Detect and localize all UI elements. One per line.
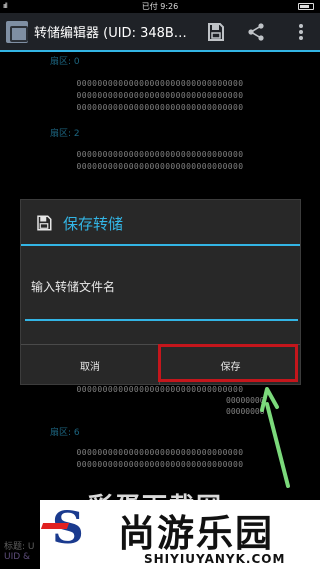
save-icon	[37, 215, 52, 231]
status-bar: ııll 已付 9:26	[0, 0, 320, 13]
save-icon[interactable]	[204, 20, 228, 44]
battery-icon	[298, 3, 314, 10]
app-logo-icon	[6, 21, 28, 43]
page-title: 转储编辑器 (UID: 348B…	[34, 26, 187, 41]
watermark-brand-cn: 尚游乐园	[118, 512, 274, 555]
cancel-button[interactable]: 取消	[21, 345, 160, 385]
dialog-title: 保存转储	[63, 215, 124, 233]
save-button-highlight	[158, 344, 298, 382]
watermark-box: S 尚游乐园 SHIYIUYANYK.COM	[40, 500, 320, 569]
status-time: 已付 9:26	[141, 2, 179, 11]
action-bar: 转储编辑器 (UID: 348B…	[0, 13, 320, 52]
arrow-icon	[260, 387, 290, 488]
watermark-s-logo: S	[52, 503, 84, 554]
filename-input[interactable]	[25, 255, 298, 321]
overflow-menu-icon[interactable]	[289, 20, 313, 44]
share-icon[interactable]	[244, 20, 268, 44]
watermark-logo: 彩蛋下载网 S 尚游乐园 SHIYIUYANYK.COM	[40, 487, 320, 569]
watermark-brand-en: SHIYIUYANYK.COM	[144, 552, 286, 566]
dialog-header: 保存转储	[21, 200, 300, 246]
